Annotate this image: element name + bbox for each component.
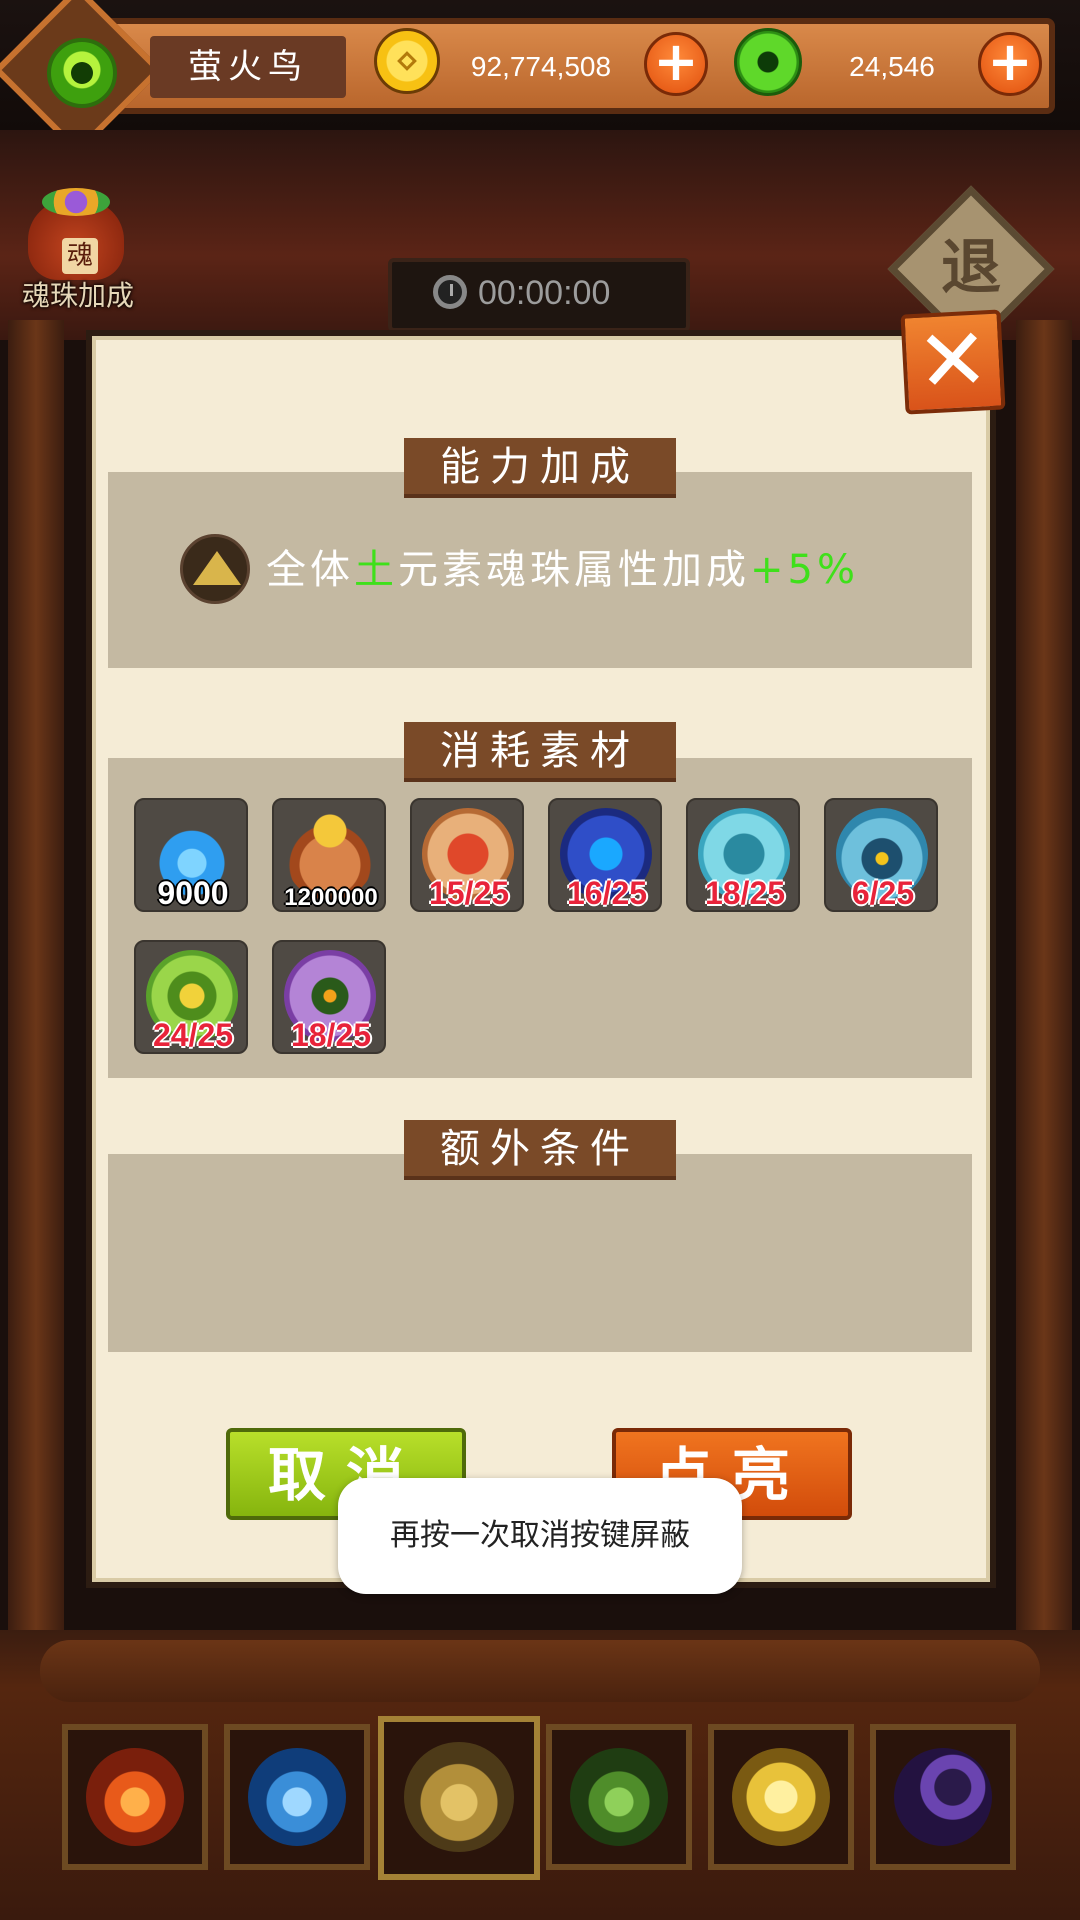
bonus-text: 全体土元素魂珠属性加成+5% xyxy=(266,538,859,602)
gold-amount: 92,774,508 xyxy=(470,51,612,82)
bottom-rail xyxy=(40,1640,1040,1702)
ability-title: 能力加成 xyxy=(440,444,640,490)
extra-title: 额外条件 xyxy=(440,1126,640,1172)
mountain-icon xyxy=(404,1742,514,1852)
element-tab-fire[interactable] xyxy=(62,1724,208,1870)
sun-icon xyxy=(732,1748,830,1846)
material-count: 18/25 xyxy=(290,1017,372,1053)
bonus-element: 土 xyxy=(354,547,398,593)
water-drop-icon xyxy=(248,1748,346,1846)
material-blue-crystal-orb[interactable]: 16/25 xyxy=(548,798,662,912)
element-tab-wood[interactable] xyxy=(546,1724,692,1870)
element-tab-earth[interactable] xyxy=(378,1716,540,1880)
material-count: 9000 xyxy=(157,875,229,911)
left-pillar xyxy=(8,320,64,1680)
material-count: 1200000 xyxy=(284,884,378,911)
timer-value: 00:00:00 xyxy=(478,274,611,312)
earth-element-icon xyxy=(180,534,250,604)
bonus-value: +5% xyxy=(750,547,859,593)
element-tab-light[interactable] xyxy=(708,1724,854,1870)
toast-message: 再按一次取消按键屏蔽 xyxy=(390,1518,690,1553)
material-eye-pyramid-orb[interactable]: 6/25 xyxy=(824,798,938,912)
bonus-middle: 元素魂珠属性加成 xyxy=(398,547,750,593)
add-gold-button[interactable]: + xyxy=(644,32,708,96)
material-count: 16/25 xyxy=(566,875,648,911)
moon-icon xyxy=(894,1748,992,1846)
stopwatch-icon xyxy=(433,275,467,309)
material-count: 18/25 xyxy=(704,875,786,911)
right-pillar xyxy=(1016,320,1072,1680)
avatar[interactable] xyxy=(47,38,117,108)
extra-section xyxy=(108,1154,972,1352)
fire-icon xyxy=(86,1748,184,1846)
material-count: 15/25 xyxy=(428,875,510,911)
leaf-icon xyxy=(570,1748,668,1846)
material-blue-flame[interactable]: 9000 xyxy=(134,798,248,912)
player-name: 萤火鸟 xyxy=(188,47,308,87)
jade-amount: 24,546 xyxy=(849,51,935,82)
material-red-totem-orb[interactable]: 15/25 xyxy=(410,798,524,912)
jade-icon xyxy=(734,28,802,96)
material-purple-feather-orb[interactable]: 18/25 xyxy=(272,940,386,1054)
soul-bag-label[interactable]: 魂珠加成 xyxy=(8,274,148,314)
element-tab-water[interactable] xyxy=(224,1724,370,1870)
toast: 再按一次取消按键屏蔽 xyxy=(338,1478,742,1594)
gold-coin-icon xyxy=(374,28,440,94)
soul-bead-icon xyxy=(42,188,110,216)
soul-bag-badge: 魂 xyxy=(62,238,98,274)
add-jade-button[interactable]: + xyxy=(978,32,1042,96)
close-button[interactable]: ✕ xyxy=(900,309,1006,415)
material-green-clover-orb[interactable]: 24/25 xyxy=(134,940,248,1054)
materials-title: 消耗素材 xyxy=(440,728,640,774)
exit-label[interactable]: 退 xyxy=(912,228,1030,308)
material-count: 24/25 xyxy=(152,1017,234,1053)
bonus-prefix: 全体 xyxy=(266,547,354,593)
material-coin-bag[interactable]: 1200000 xyxy=(272,798,386,912)
material-cyan-puzzle-orb[interactable]: 18/25 xyxy=(686,798,800,912)
material-count: 6/25 xyxy=(851,875,915,911)
element-tab-dark[interactable] xyxy=(870,1724,1016,1870)
